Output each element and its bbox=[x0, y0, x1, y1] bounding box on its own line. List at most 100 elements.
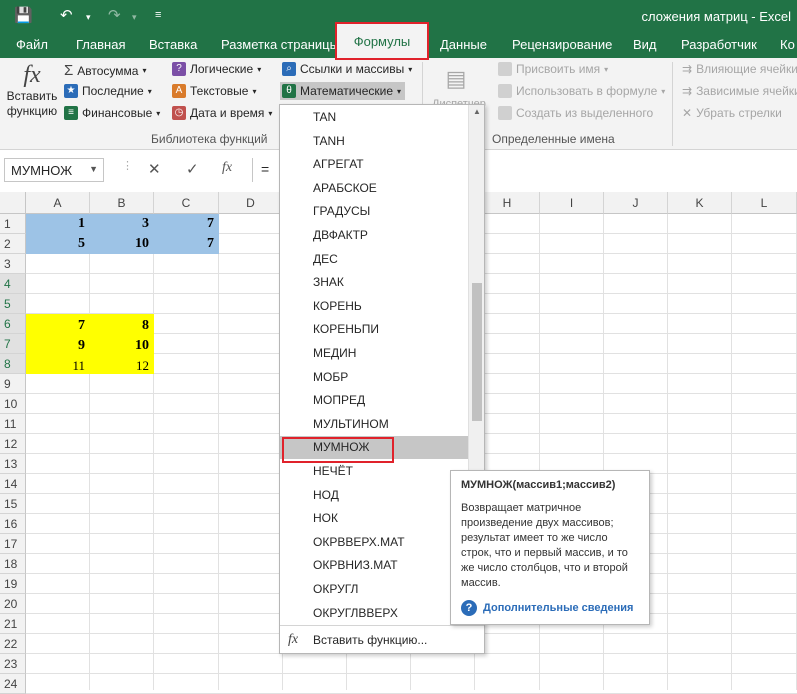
cell-B6[interactable]: 8 bbox=[90, 316, 154, 336]
cell-A7[interactable]: 9 bbox=[26, 336, 90, 356]
cell-A1[interactable]: 1 bbox=[26, 214, 90, 234]
cancel-icon[interactable]: ✕ bbox=[148, 160, 161, 178]
menu-item-function[interactable]: МОПРЕД bbox=[280, 389, 468, 412]
redo-dropdown-icon[interactable]: ▾ bbox=[132, 12, 137, 23]
enter-icon[interactable]: ✓ bbox=[186, 160, 199, 178]
cell-A8[interactable]: 11 bbox=[26, 356, 90, 376]
menu-item-function[interactable]: АГРЕГАТ bbox=[280, 153, 468, 176]
cell-B1[interactable]: 3 bbox=[90, 214, 154, 234]
fx-icon[interactable]: fx bbox=[222, 160, 232, 176]
formula-input[interactable]: = bbox=[252, 158, 282, 182]
assign-name-button[interactable]: Присвоить имя ▾ bbox=[498, 62, 608, 76]
menu-item-function[interactable]: ОКРВВЕРХ.МАТ bbox=[280, 531, 468, 554]
row-header-8[interactable]: 8 bbox=[0, 354, 26, 374]
column-header-j[interactable]: J bbox=[604, 192, 668, 214]
undo-icon[interactable]: ↶ bbox=[60, 6, 73, 24]
menu-item-function[interactable]: ДЕС bbox=[280, 248, 468, 271]
save-icon[interactable]: 💾 bbox=[14, 6, 33, 24]
menu-item-function[interactable]: НОД bbox=[280, 484, 468, 507]
datetime-button[interactable]: ◷ Дата и время ▾ bbox=[172, 106, 272, 120]
column-header-d[interactable]: D bbox=[219, 192, 283, 214]
row-header-10[interactable]: 10 bbox=[0, 394, 26, 414]
text-button[interactable]: A Текстовые ▾ bbox=[172, 84, 256, 98]
menu-item-function[interactable]: ОКРУГЛ bbox=[280, 578, 468, 601]
menu-item-function[interactable]: МУЛЬТИНОМ bbox=[280, 413, 468, 436]
trace-dependents-button[interactable]: ⇉ Зависимые ячейки bbox=[682, 84, 797, 98]
menu-item-function[interactable]: TANH bbox=[280, 130, 468, 153]
scrollbar-thumb[interactable] bbox=[472, 283, 482, 421]
column-header-c[interactable]: C bbox=[154, 192, 219, 214]
column-header-i[interactable]: I bbox=[540, 192, 604, 214]
menu-item-function[interactable]: НЕЧЁТ bbox=[280, 460, 468, 483]
use-in-formula-button[interactable]: Использовать в формуле ▾ bbox=[498, 84, 665, 98]
row-header-9[interactable]: 9 bbox=[0, 374, 26, 394]
menu-item-function[interactable]: ОКРВНИЗ.МАТ bbox=[280, 554, 468, 577]
menu-item-function[interactable]: ДВФАКТР bbox=[280, 224, 468, 247]
row-header-13[interactable]: 13 bbox=[0, 454, 26, 474]
tab-view[interactable]: Вид bbox=[633, 37, 657, 52]
menu-item-function[interactable]: МЕДИН bbox=[280, 342, 468, 365]
row-header-20[interactable]: 20 bbox=[0, 594, 26, 614]
cell-A2[interactable]: 5 bbox=[26, 234, 90, 254]
column-header-a[interactable]: A bbox=[26, 192, 90, 214]
insert-function-button[interactable]: fx Вставить функцию bbox=[4, 62, 60, 119]
lookup-button[interactable]: ⌕ Ссылки и массивы ▾ bbox=[282, 62, 412, 76]
menu-item-function[interactable]: АРАБСКОЕ bbox=[280, 177, 468, 200]
column-header-l[interactable]: L bbox=[732, 192, 797, 214]
row-header-19[interactable]: 19 bbox=[0, 574, 26, 594]
row-header-16[interactable]: 16 bbox=[0, 514, 26, 534]
row-header-4[interactable]: 4 bbox=[0, 274, 26, 294]
create-from-selection-button[interactable]: Создать из выделенного bbox=[498, 106, 653, 120]
autosum-button[interactable]: Σ Автосумма ▾ bbox=[64, 62, 147, 79]
row-header-12[interactable]: 12 bbox=[0, 434, 26, 454]
row-header-5[interactable]: 5 bbox=[0, 294, 26, 314]
cell-C2[interactable]: 7 bbox=[154, 234, 219, 254]
menu-item-function[interactable]: КОРЕНЬ bbox=[280, 295, 468, 318]
row-header-7[interactable]: 7 bbox=[0, 334, 26, 354]
menu-item-function[interactable]: НОК bbox=[280, 507, 468, 530]
financial-button[interactable]: ≡ Финансовые ▾ bbox=[64, 106, 160, 120]
math-button[interactable]: θ Математические ▾ bbox=[280, 82, 406, 100]
row-header-24[interactable]: 24 bbox=[0, 674, 26, 694]
menu-item-function[interactable]: ЗНАК bbox=[280, 271, 468, 294]
row-header-15[interactable]: 15 bbox=[0, 494, 26, 514]
cell-B8[interactable]: 12 bbox=[90, 356, 154, 376]
menu-item-function[interactable]: КОРЕНЬПИ bbox=[280, 318, 468, 341]
cell-A6[interactable]: 7 bbox=[26, 316, 90, 336]
row-header-14[interactable]: 14 bbox=[0, 474, 26, 494]
row-header-23[interactable]: 23 bbox=[0, 654, 26, 674]
tab-developer[interactable]: Разработчик bbox=[681, 37, 757, 52]
more-info-link[interactable]: ? Дополнительные сведения bbox=[461, 600, 633, 616]
name-box[interactable]: МУМНОЖ ▼ bbox=[4, 158, 104, 182]
insert-function-menu-item[interactable]: fx Вставить функцию... bbox=[280, 625, 484, 653]
tab-home[interactable]: Главная bbox=[76, 37, 125, 52]
menu-item-function[interactable]: МОБР bbox=[280, 366, 468, 389]
row-header-11[interactable]: 11 bbox=[0, 414, 26, 434]
tab-data[interactable]: Данные bbox=[440, 37, 487, 52]
tab-insert[interactable]: Вставка bbox=[149, 37, 197, 52]
undo-dropdown-icon[interactable]: ▾ bbox=[86, 12, 91, 23]
tab-review[interactable]: Рецензирование bbox=[512, 37, 612, 52]
recent-button[interactable]: ★ Последние ▾ bbox=[64, 84, 152, 98]
row-header-22[interactable]: 22 bbox=[0, 634, 26, 654]
row-header-3[interactable]: 3 bbox=[0, 254, 26, 274]
row-header-17[interactable]: 17 bbox=[0, 534, 26, 554]
redo-icon[interactable]: ↷ bbox=[108, 6, 121, 24]
row-header-21[interactable]: 21 bbox=[0, 614, 26, 634]
row-header-1[interactable]: 1 bbox=[0, 214, 26, 234]
remove-arrows-button[interactable]: ✕ Убрать стрелки bbox=[682, 106, 782, 120]
menu-item-function[interactable]: ГРАДУСЫ bbox=[280, 200, 468, 223]
tab-file[interactable]: Файл bbox=[16, 37, 48, 52]
cell-B2[interactable]: 10 bbox=[90, 234, 154, 254]
tab-formulas[interactable]: Формулы bbox=[335, 22, 429, 60]
row-header-18[interactable]: 18 bbox=[0, 554, 26, 574]
tab-more[interactable]: Ко bbox=[780, 37, 795, 52]
trace-precedents-button[interactable]: ⇉ Влияющие ячейки bbox=[682, 62, 797, 76]
menu-item-function[interactable]: ОКРУГЛВВЕРХ bbox=[280, 602, 468, 625]
customize-toolbar-icon[interactable]: ≡ bbox=[155, 9, 161, 21]
column-header-k[interactable]: K bbox=[668, 192, 732, 214]
cell-B7[interactable]: 10 bbox=[90, 336, 154, 356]
menu-item-function[interactable]: TAN bbox=[280, 106, 468, 129]
tab-page-layout[interactable]: Разметка страницы bbox=[221, 37, 339, 52]
logical-button[interactable]: ? Логические ▾ bbox=[172, 62, 261, 76]
